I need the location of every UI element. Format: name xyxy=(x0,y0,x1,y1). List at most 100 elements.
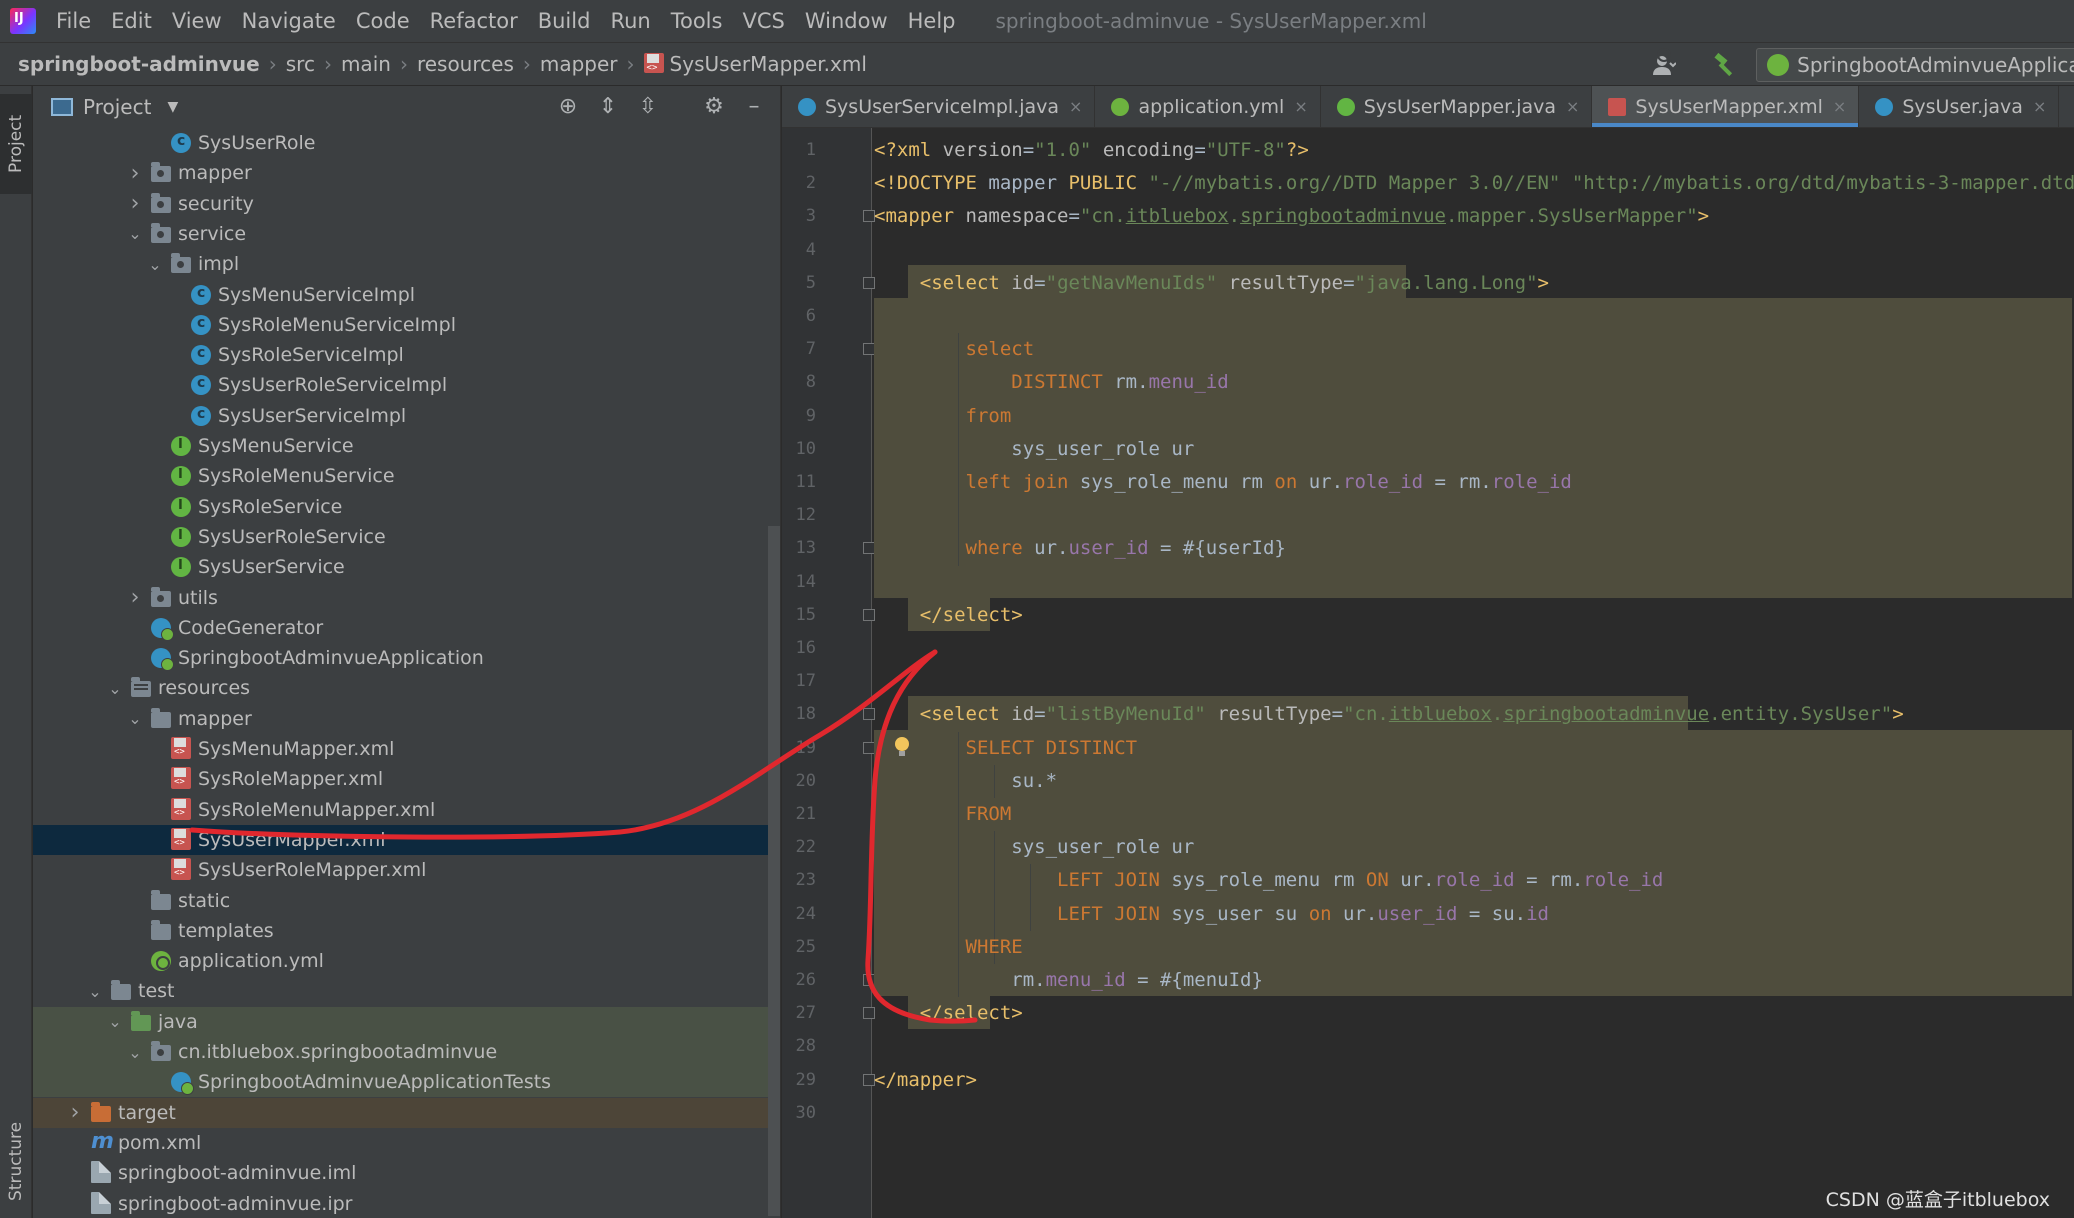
project-tool-tab[interactable]: Project xyxy=(0,94,32,194)
tree-item[interactable]: ⌄ service xyxy=(33,219,780,249)
menu-refactor[interactable]: Refactor xyxy=(420,9,528,33)
expand-all-icon[interactable]: ⇕ xyxy=(596,95,620,119)
chevron-right-icon[interactable]: › xyxy=(125,585,145,610)
menu-vcs[interactable]: VCS xyxy=(732,9,794,33)
xml-file-icon xyxy=(171,858,191,881)
run-configuration-selector[interactable]: SpringbootAdminvueApplication xyxy=(1756,48,2074,82)
menu-edit[interactable]: Edit xyxy=(101,9,162,33)
code-line: left join sys_role_menu rm on ur.role_id… xyxy=(965,471,1572,493)
tree-item[interactable]: static xyxy=(33,886,780,916)
project-panel-title[interactable]: Project xyxy=(83,95,151,119)
tree-item[interactable]: › mapper xyxy=(33,158,780,188)
menu-view[interactable]: View xyxy=(162,9,232,33)
tree-item[interactable]: SysRoleMenuMapper.xml xyxy=(33,795,780,825)
chevron-down-icon[interactable]: ⌄ xyxy=(125,709,145,728)
menu-help[interactable]: Help xyxy=(898,9,966,33)
tree-item[interactable]: SysUserRole xyxy=(33,128,780,158)
minimize-icon[interactable]: – xyxy=(742,95,766,119)
breadcrumb-file[interactable]: SysUserMapper.xml xyxy=(670,52,867,76)
structure-tool-tab[interactable]: Structure xyxy=(0,1106,32,1216)
menu-run[interactable]: Run xyxy=(600,9,660,33)
breadcrumb-mapper[interactable]: mapper xyxy=(540,52,618,76)
tree-item[interactable]: springboot-adminvue.ipr xyxy=(33,1189,780,1218)
close-icon[interactable]: × xyxy=(1566,97,1579,116)
tree-item[interactable]: › utils xyxy=(33,583,780,613)
tree-item[interactable]: SysUserRoleMapper.xml xyxy=(33,855,780,885)
chevron-down-icon[interactable]: ▼ xyxy=(167,99,178,115)
line-number: 6 xyxy=(805,306,816,326)
tree-item[interactable]: › security xyxy=(33,189,780,219)
chevron-right-icon[interactable]: › xyxy=(125,191,145,216)
collapse-all-icon[interactable]: ⇳ xyxy=(636,95,660,119)
tree-item[interactable]: SysRoleMenuService xyxy=(33,461,780,491)
chevron-down-icon[interactable]: ⌄ xyxy=(145,255,165,274)
editor-tab[interactable]: SysUserServiceImpl.java × xyxy=(782,86,1096,127)
menu-file[interactable]: File xyxy=(46,9,101,33)
tree-item[interactable]: pom.xml xyxy=(33,1128,780,1158)
chevron-down-icon[interactable]: ⌄ xyxy=(125,1043,145,1062)
chevron-down-icon[interactable]: ⌄ xyxy=(105,1012,125,1031)
tree-item[interactable]: templates xyxy=(33,916,780,946)
tree-item[interactable]: SysMenuService xyxy=(33,431,780,461)
editor-tab[interactable]: SysUserSe× xyxy=(2059,86,2074,127)
chevron-right-icon[interactable]: › xyxy=(65,1100,85,1125)
breadcrumb-resources[interactable]: resources xyxy=(417,52,514,76)
tree-item[interactable]: SysRoleMapper.xml xyxy=(33,764,780,794)
tree-item[interactable]: SysRoleMenuServiceImpl xyxy=(33,310,780,340)
intention-bulb-icon[interactable] xyxy=(894,736,910,757)
tree-item[interactable]: SysUserRoleService xyxy=(33,522,780,552)
tree-item[interactable]: SysMenuServiceImpl xyxy=(33,280,780,310)
chevron-down-icon[interactable]: ⌄ xyxy=(125,224,145,243)
tree-item[interactable]: SysRoleService xyxy=(33,492,780,522)
tree-item[interactable]: ⌄ resources xyxy=(33,673,780,703)
tree-item[interactable]: SpringbootAdminvueApplication xyxy=(33,643,780,673)
editor-tab[interactable]: application.yml × xyxy=(1095,86,1321,127)
tree-item[interactable]: SysUserMapper.xml xyxy=(33,824,780,855)
breadcrumb-src[interactable]: src xyxy=(286,52,315,76)
code-line: select xyxy=(965,338,1035,361)
tree-item[interactable]: CodeGenerator xyxy=(33,613,780,643)
tree-item[interactable]: › target xyxy=(33,1097,780,1128)
menu-tools[interactable]: Tools xyxy=(661,9,733,33)
close-icon[interactable]: × xyxy=(1294,97,1307,116)
tree-item[interactable]: ⌄ test xyxy=(33,976,780,1006)
tree-item[interactable]: SysRoleServiceImpl xyxy=(33,340,780,370)
close-icon[interactable]: × xyxy=(1833,97,1846,116)
class-icon xyxy=(798,97,816,116)
chevron-down-icon[interactable]: ⌄ xyxy=(105,679,125,698)
code-area[interactable]: <?xml version="1.0" encoding="UTF-8"?> <!… xyxy=(874,128,2074,1218)
tree-item[interactable]: springboot-adminvue.iml xyxy=(33,1158,780,1188)
tree-item[interactable]: ⌄ cn.itbluebox.springbootadminvue xyxy=(33,1037,780,1067)
tree-item-label: SysRoleMapper.xml xyxy=(198,768,384,791)
chevron-down-icon[interactable]: ⌄ xyxy=(85,982,105,1001)
editor-tab[interactable]: SysUserMapper.java × xyxy=(1321,86,1593,127)
breadcrumb-project[interactable]: springboot-adminvue xyxy=(18,52,260,76)
editor-tab[interactable]: SysUser.java × xyxy=(1859,86,2060,127)
tree-item[interactable]: SpringbootAdminvueApplicationTests xyxy=(33,1067,780,1098)
chevron-right-icon[interactable]: › xyxy=(125,161,145,186)
tree-item[interactable]: SysUserRoleServiceImpl xyxy=(33,370,780,400)
tree-item[interactable]: application.yml xyxy=(33,946,780,976)
tree-item-label: SpringbootAdminvueApplication xyxy=(178,647,484,670)
build-hammer-icon[interactable] xyxy=(1712,52,1738,78)
tree-item[interactable]: ⌄ impl xyxy=(33,249,780,279)
gear-icon[interactable]: ⚙ xyxy=(702,95,726,119)
menu-code[interactable]: Code xyxy=(346,9,420,33)
tree-item[interactable]: SysUserServiceImpl xyxy=(33,401,780,431)
menu-build[interactable]: Build xyxy=(528,9,601,33)
folder-icon xyxy=(111,980,131,1001)
code-line: SELECT DISTINCT xyxy=(965,736,1138,759)
locate-file-icon[interactable]: ⊕ xyxy=(556,95,580,119)
tree-item[interactable]: ⌄ java xyxy=(33,1006,780,1037)
project-scrollbar[interactable] xyxy=(768,526,780,1216)
breadcrumb-main[interactable]: main xyxy=(341,52,391,76)
tree-item[interactable]: SysUserService xyxy=(33,552,780,582)
close-icon[interactable]: × xyxy=(2033,97,2046,116)
tree-item[interactable]: ⌄ mapper xyxy=(33,704,780,734)
menu-navigate[interactable]: Navigate xyxy=(232,9,346,33)
tree-item[interactable]: SysMenuMapper.xml xyxy=(33,734,780,764)
close-icon[interactable]: × xyxy=(1069,97,1082,116)
editor-tab[interactable]: SysUserMapper.xml × xyxy=(1592,86,1860,127)
class-icon xyxy=(1875,97,1894,116)
menu-window[interactable]: Window xyxy=(795,9,898,33)
